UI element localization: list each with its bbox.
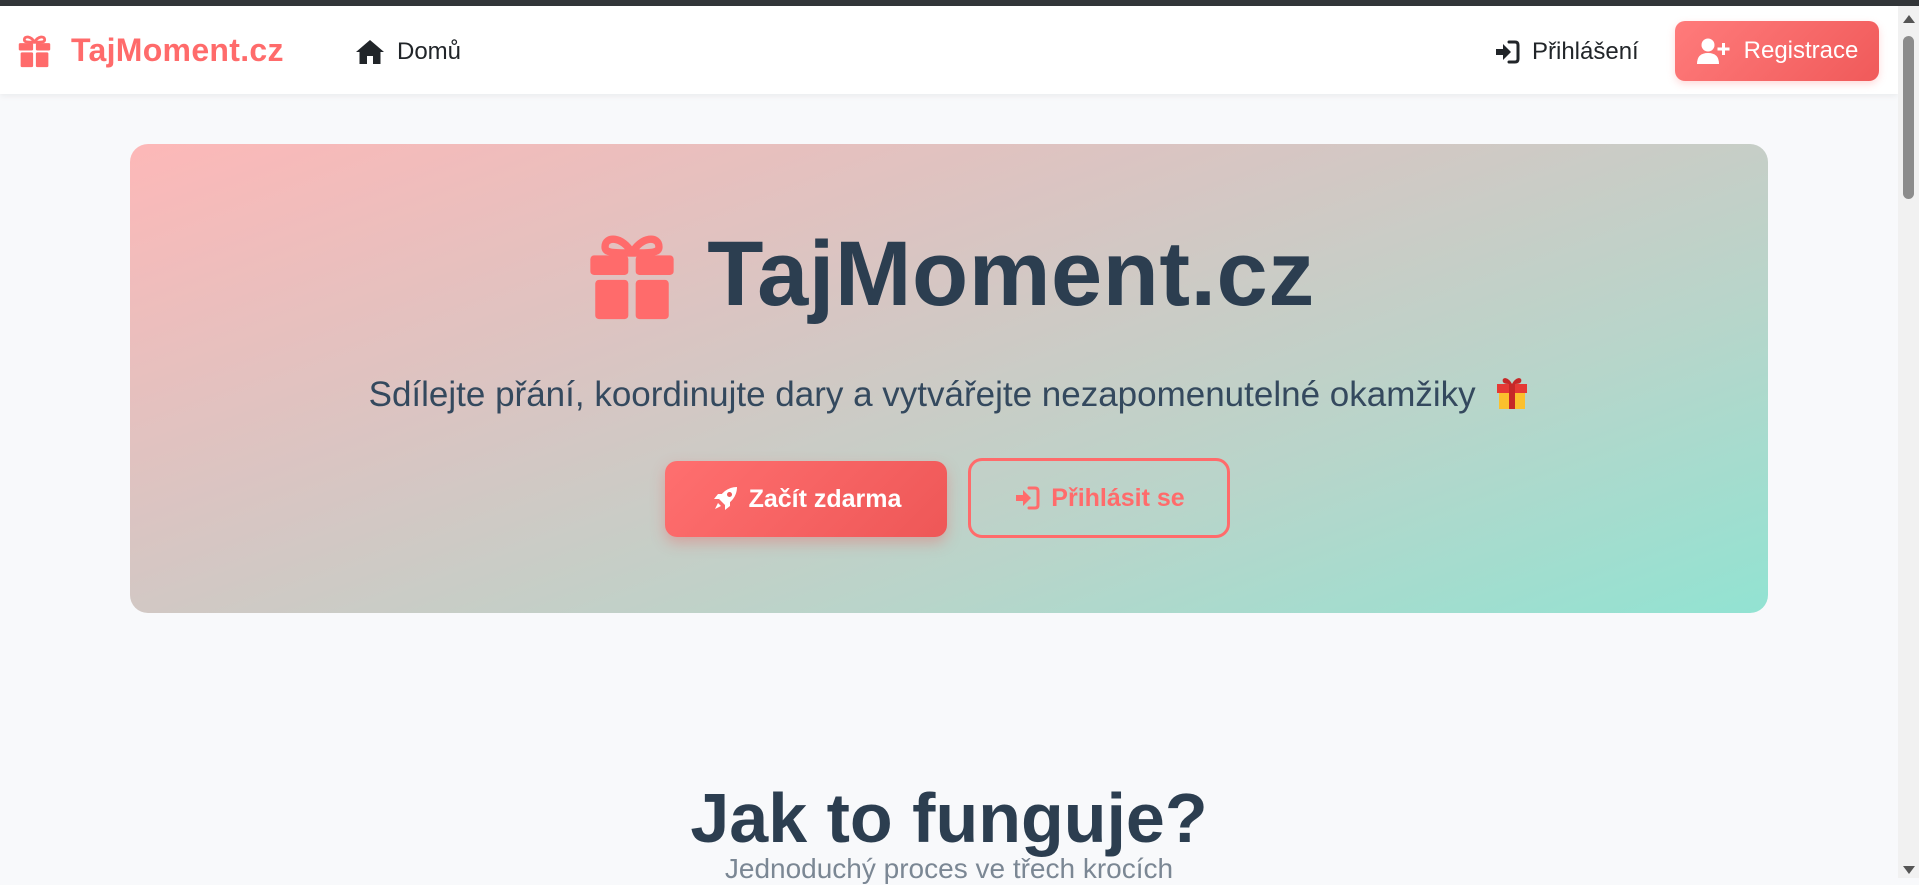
scroll-thumb[interactable] [1903, 36, 1914, 199]
brand-link[interactable]: TajMoment.cz [16, 32, 284, 69]
home-icon [355, 38, 385, 66]
nav-login-link[interactable]: Přihlášení [1494, 38, 1639, 66]
start-free-label: Začít zdarma [748, 484, 902, 513]
hero-title: TajMoment.cz [130, 222, 1768, 327]
hero-subtitle: Sdílejte přání, koordinujte dary a vytvá… [130, 374, 1768, 415]
brand-name: TajMoment.cz [71, 32, 284, 68]
sign-in-icon [1013, 485, 1041, 511]
how-it-works-title: Jak to funguje? [690, 779, 1208, 858]
hero-login-button[interactable]: Přihlásit se [968, 458, 1230, 538]
navbar: TajMoment.cz Domů Přihlášení Registrace [0, 6, 1898, 94]
hero-subtitle-text: Sdílejte přání, koordinujte dary a vytvá… [368, 375, 1476, 414]
scroll-up-arrow-icon[interactable] [1903, 15, 1915, 23]
nav-home-link[interactable]: Domů [355, 38, 461, 66]
rocket-icon [711, 485, 739, 513]
register-label: Registrace [1743, 37, 1859, 64]
how-it-works-subtitle: Jednoduchý proces ve třech krocích [724, 853, 1174, 884]
hero-section: TajMoment.cz Sdílejte přání, koordinujte… [130, 144, 1768, 613]
register-button[interactable]: Registrace [1675, 21, 1879, 81]
nav-home-label: Domů [397, 38, 462, 65]
gift-icon [16, 32, 53, 69]
scroll-down-arrow-icon[interactable] [1903, 866, 1915, 874]
sign-in-icon [1494, 39, 1520, 65]
nav-login-label: Přihlášení [1532, 38, 1639, 65]
start-free-button[interactable]: Začít zdarma [665, 461, 947, 537]
gift-emoji-icon [1495, 374, 1529, 410]
page-scrollbar[interactable] [1898, 6, 1919, 878]
hero-login-label: Přihlásit se [1051, 483, 1185, 512]
gift-icon [583, 226, 681, 324]
hero-title-text: TajMoment.cz [707, 223, 1315, 325]
user-plus-icon [1696, 37, 1730, 65]
